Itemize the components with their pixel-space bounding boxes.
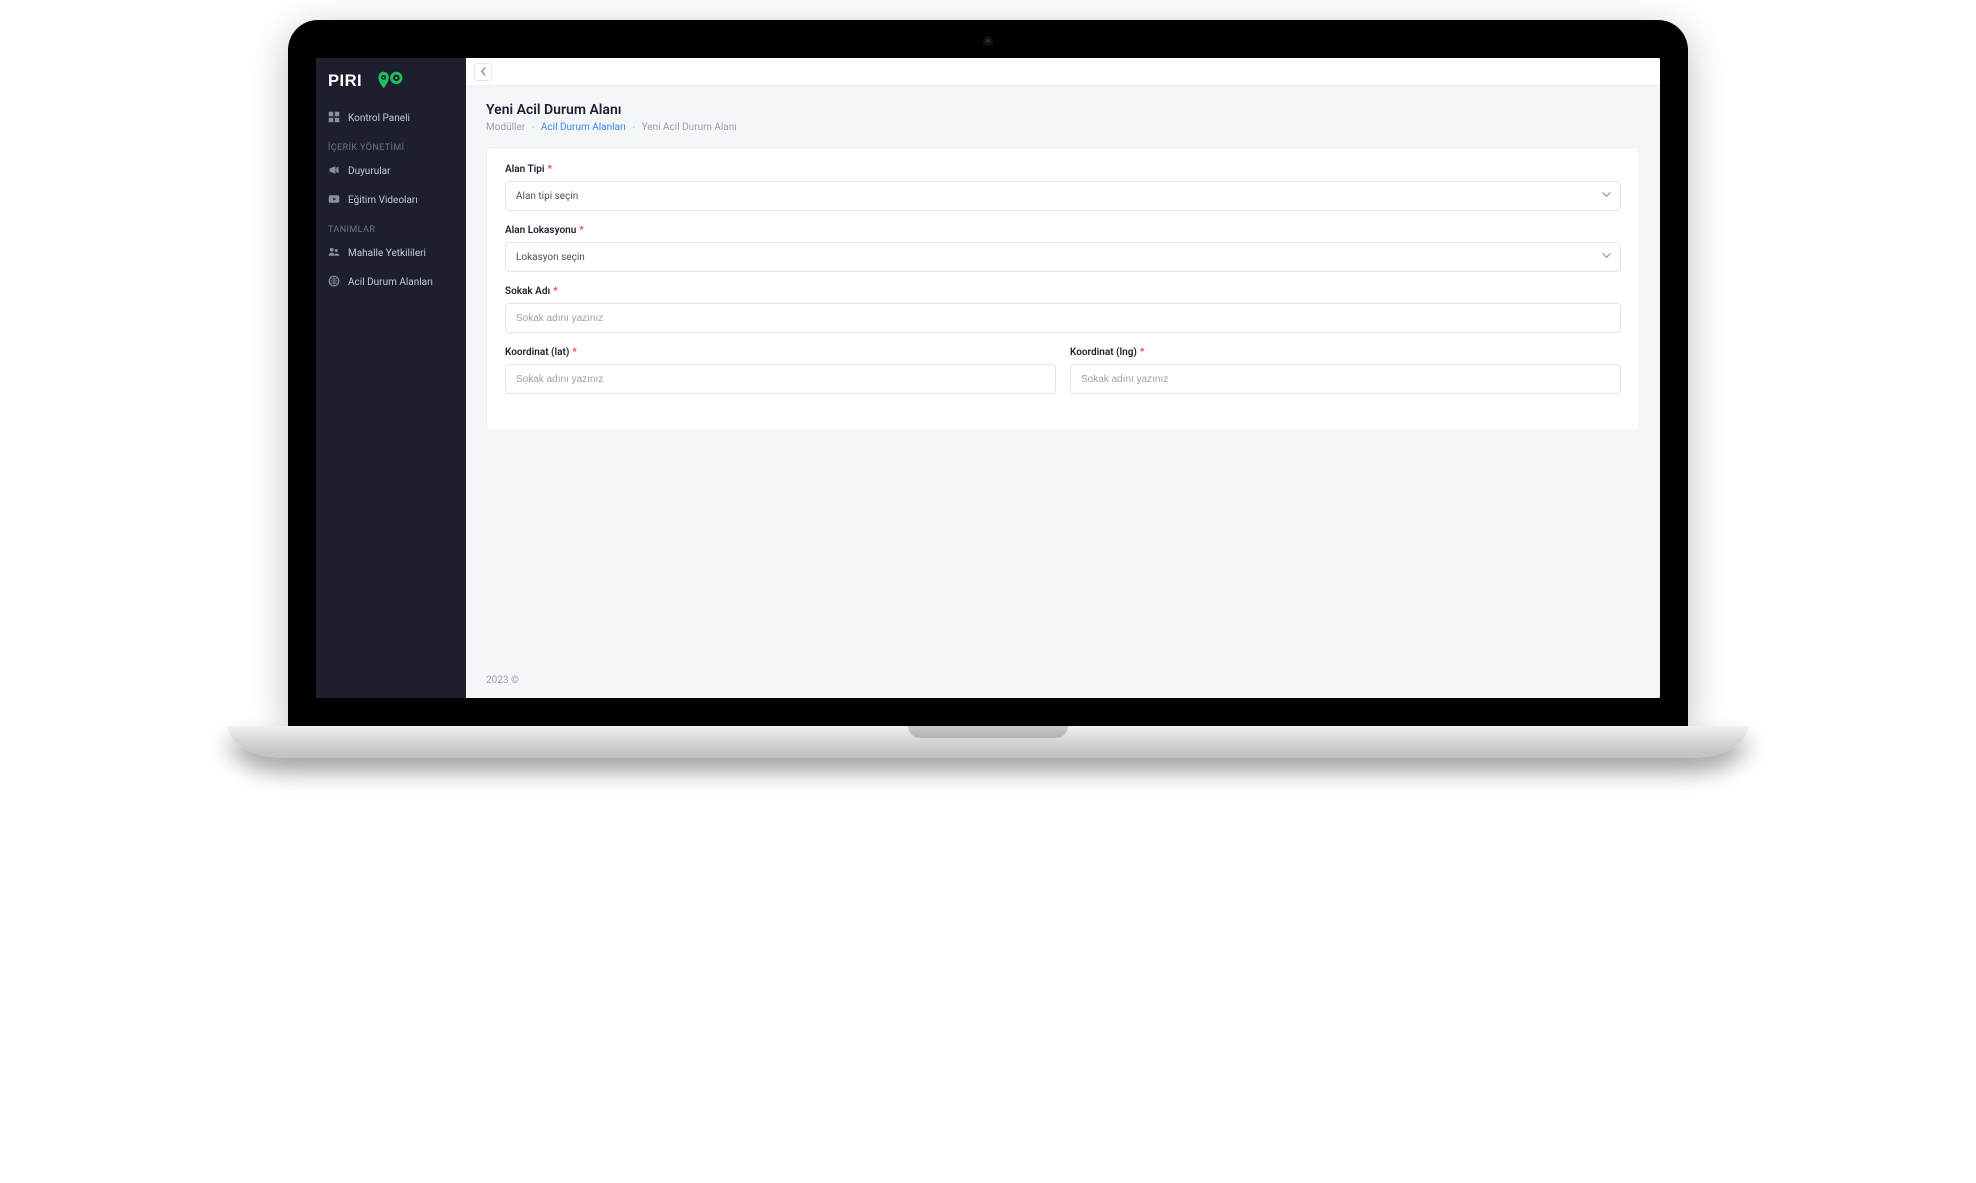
form-row-alan-lokasyonu: Alan Lokasyonu * Lokasyon seçin	[505, 225, 1621, 272]
sidebar-collapse-button[interactable]	[474, 63, 492, 81]
label-text: Alan Tipi	[505, 164, 544, 175]
form-col-lat: Koordinat (lat) *	[505, 347, 1056, 394]
laptop-mockup: PIRI	[288, 20, 1688, 758]
globe-icon	[328, 275, 340, 290]
video-icon	[328, 193, 340, 208]
sidebar-item-label: Duyurular	[348, 166, 390, 177]
breadcrumb-separator: -	[532, 122, 535, 133]
svg-text:PIRI: PIRI	[328, 71, 362, 90]
required-mark: *	[553, 286, 558, 297]
brand-logo[interactable]: PIRI	[316, 58, 466, 104]
label-text: Alan Lokasyonu	[505, 225, 576, 236]
chevron-left-icon	[479, 67, 488, 76]
form-col-lng: Koordinat (lng) *	[1070, 347, 1621, 394]
breadcrumb: Modüller - Acil Durum Alanları - Yeni Ac…	[486, 122, 1640, 133]
sidebar-item-label: Acil Durum Alanları	[348, 277, 433, 288]
footer: 2023 ©	[466, 665, 1660, 698]
label-lng: Koordinat (lng) *	[1070, 347, 1621, 358]
main-content: Yeni Acil Durum Alanı Modüller - Acil Du…	[466, 58, 1660, 698]
sidebar-section-tanimlar: TANIMLAR	[316, 215, 466, 239]
page-header: Yeni Acil Durum Alanı Modüller - Acil Du…	[466, 86, 1660, 141]
logo-svg: PIRI	[328, 70, 420, 91]
sidebar-item-duyurular[interactable]: Duyurular	[316, 157, 466, 186]
input-sokak-adi[interactable]	[505, 303, 1621, 333]
footer-text: 2023 ©	[486, 675, 519, 686]
sidebar-section-icerik: İÇERİK YÖNETİMİ	[316, 133, 466, 157]
sidebar-item-kontrol-paneli[interactable]: Kontrol Paneli	[316, 104, 466, 133]
required-mark: *	[572, 347, 577, 358]
select-display: Lokasyon seçin	[505, 242, 1621, 272]
form-row-alan-tipi: Alan Tipi * Alan tipi seçin	[505, 164, 1621, 211]
megaphone-icon	[328, 164, 340, 179]
sidebar-item-egitim-videolari[interactable]: Eğitim Videoları	[316, 186, 466, 215]
required-mark: *	[579, 225, 584, 236]
breadcrumb-separator: -	[632, 122, 635, 133]
label-lat: Koordinat (lat) *	[505, 347, 1056, 358]
form-row-koordinat: Koordinat (lat) * Koordinat (lng) *	[505, 347, 1621, 394]
laptop-bezel: PIRI	[288, 20, 1688, 726]
topbar	[466, 58, 1660, 86]
app-screen: PIRI	[316, 58, 1660, 698]
select-alan-tipi[interactable]: Alan tipi seçin	[505, 181, 1621, 211]
label-alan-tipi: Alan Tipi *	[505, 164, 1621, 175]
required-mark: *	[547, 164, 552, 175]
sidebar-item-mahalle-yetkilileri[interactable]: Mahalle Yetkilileri	[316, 239, 466, 268]
label-sokak-adi: Sokak Adı *	[505, 286, 1621, 297]
sidebar-item-acil-durum-alanlari[interactable]: Acil Durum Alanları	[316, 268, 466, 297]
form-card: Alan Tipi * Alan tipi seçin Alan Lok	[486, 147, 1640, 431]
users-icon	[328, 246, 340, 261]
sidebar-item-label: Kontrol Paneli	[348, 113, 410, 124]
sidebar-item-label: Eğitim Videoları	[348, 195, 418, 206]
required-mark: *	[1140, 347, 1145, 358]
dashboard-icon	[328, 111, 340, 126]
select-display: Alan tipi seçin	[505, 181, 1621, 211]
sidebar-item-label: Mahalle Yetkilileri	[348, 248, 426, 259]
label-text: Koordinat (lng)	[1070, 347, 1137, 358]
sidebar: PIRI	[316, 58, 466, 698]
form-row-sokak-adi: Sokak Adı *	[505, 286, 1621, 333]
label-text: Koordinat (lat)	[505, 347, 569, 358]
laptop-base	[228, 726, 1748, 758]
breadcrumb-current: Yeni Acil Durum Alanı	[642, 122, 737, 133]
select-alan-lokasyonu[interactable]: Lokasyon seçin	[505, 242, 1621, 272]
input-lng[interactable]	[1070, 364, 1621, 394]
label-text: Sokak Adı	[505, 286, 550, 297]
breadcrumb-root[interactable]: Modüller	[486, 122, 525, 133]
page-title: Yeni Acil Durum Alanı	[486, 102, 1640, 118]
breadcrumb-link[interactable]: Acil Durum Alanları	[541, 122, 626, 133]
camera-dot	[983, 36, 993, 46]
label-alan-lokasyonu: Alan Lokasyonu *	[505, 225, 1621, 236]
input-lat[interactable]	[505, 364, 1056, 394]
